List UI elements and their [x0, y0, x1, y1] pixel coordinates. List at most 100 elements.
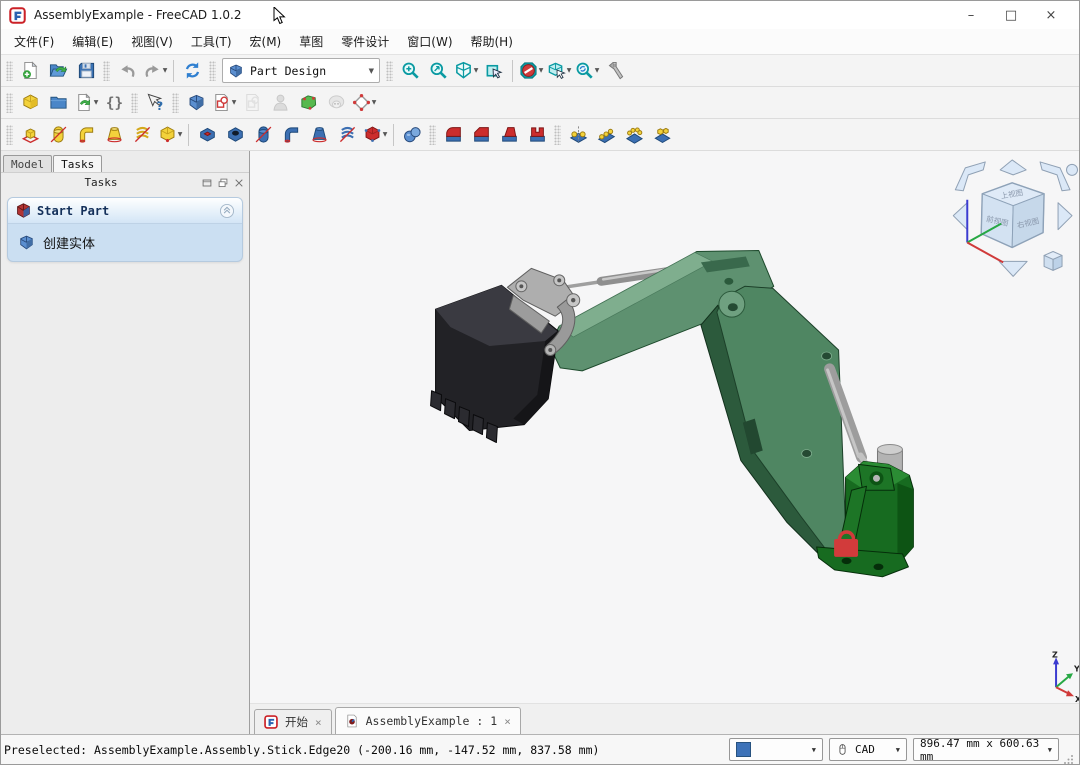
subtractive-box-button[interactable]: ▼	[362, 122, 388, 148]
person-button[interactable]	[267, 90, 293, 116]
additive-pipe-button[interactable]	[73, 122, 99, 148]
toolbar-separator	[393, 124, 394, 146]
new-file-button[interactable]	[17, 58, 43, 84]
refresh-button[interactable]	[179, 58, 205, 84]
menu-item-help[interactable]: 帮助(H)	[462, 31, 522, 52]
polar-pattern-button[interactable]	[621, 122, 647, 148]
3d-viewport[interactable]: 上视图 前视图 右视图	[250, 151, 1079, 734]
zoom-sync-button[interactable]: ▼	[574, 58, 600, 84]
toolbar-separator	[173, 60, 174, 82]
view-cube-button[interactable]: ▼	[453, 58, 479, 84]
cube-cursor-button[interactable]: ▼	[546, 58, 572, 84]
subtractive-pipe-button[interactable]	[278, 122, 304, 148]
minimize-button[interactable]: –	[951, 8, 991, 23]
save-button[interactable]	[73, 58, 99, 84]
new-sketch-button[interactable]: ▼	[211, 90, 237, 116]
hole-button[interactable]	[222, 122, 248, 148]
sketch-elements-button[interactable]: ▼	[351, 90, 377, 116]
additive-loft-button[interactable]	[101, 122, 127, 148]
open-file-button[interactable]	[45, 58, 71, 84]
pad-button[interactable]	[17, 122, 43, 148]
expression-button[interactable]: {}	[101, 90, 127, 116]
measure-button[interactable]	[602, 58, 628, 84]
subtractive-helix-button[interactable]	[334, 122, 360, 148]
menu-item-sketch[interactable]: 草图	[290, 31, 332, 52]
draw-style-selector[interactable]: ▼	[729, 738, 823, 761]
navcube-mini-cube-icon[interactable]	[1044, 251, 1062, 270]
clip-plane-button[interactable]: ▼	[518, 58, 544, 84]
task-section-header[interactable]: Start Part	[8, 198, 242, 224]
resize-grip[interactable]	[1059, 733, 1076, 766]
undo-button[interactable]	[114, 58, 140, 84]
make-link-button[interactable]: ▼	[73, 90, 99, 116]
mirrored-button[interactable]	[565, 122, 591, 148]
chevron-down-icon[interactable]: ▼	[595, 67, 600, 74]
subtractive-pipe-icon	[282, 125, 301, 144]
pocket-button[interactable]	[194, 122, 220, 148]
linear-pattern-button[interactable]	[593, 122, 619, 148]
close-button[interactable]: ×	[1031, 8, 1071, 23]
close-icon[interactable]: ×	[504, 715, 511, 728]
multi-transform-button[interactable]	[649, 122, 675, 148]
group-button[interactable]	[45, 90, 71, 116]
whats-this-button[interactable]: ?	[142, 90, 168, 116]
carbon-copy-button[interactable]	[323, 90, 349, 116]
subtractive-loft-button[interactable]	[306, 122, 332, 148]
chamfer-button[interactable]	[468, 122, 494, 148]
fillet-button[interactable]	[440, 122, 466, 148]
panel-tab-model[interactable]: Model	[3, 155, 52, 172]
chevron-down-icon[interactable]: ▼	[94, 99, 99, 106]
map-sketch-button[interactable]	[295, 90, 321, 116]
workbench-selector[interactable]: Part Design▼	[222, 58, 380, 83]
view-dimension-value: 896.47 mm x 600.63 mm	[920, 737, 1042, 763]
menubar: 文件(F)编辑(E)视图(V)工具(T)宏(M)草图零件设计窗口(W)帮助(H)	[1, 29, 1079, 55]
chevron-down-icon[interactable]: ▼	[567, 67, 572, 74]
chevron-down-icon[interactable]: ▼	[163, 67, 168, 74]
create-body-item[interactable]: 创建实体	[18, 233, 232, 252]
menu-item-macro[interactable]: 宏(M)	[241, 31, 291, 52]
chevron-down-icon[interactable]: ▼	[178, 131, 183, 138]
close-icon[interactable]: ×	[315, 716, 322, 729]
mdi-tab-start[interactable]: 开始×	[254, 709, 332, 734]
fillet-ball-button[interactable]	[399, 122, 425, 148]
bucket[interactable]	[431, 285, 559, 442]
menu-item-edit[interactable]: 编辑(E)	[63, 31, 122, 52]
panel-tab-tasks[interactable]: Tasks	[53, 155, 102, 172]
menu-item-windows[interactable]: 窗口(W)	[398, 31, 461, 52]
menu-item-view[interactable]: 视图(V)	[122, 31, 182, 52]
chevron-down-icon[interactable]: ▼	[232, 99, 237, 106]
toolbar-separator	[188, 124, 189, 146]
chevron-down-icon[interactable]: ▼	[372, 99, 377, 106]
panel-close-icon[interactable]	[233, 177, 245, 189]
draft-button[interactable]	[496, 122, 522, 148]
navigation-style-selector[interactable]: CAD ▼	[829, 738, 907, 761]
additive-helix-button[interactable]	[129, 122, 155, 148]
menu-item-file[interactable]: 文件(F)	[5, 31, 63, 52]
chevron-down-icon[interactable]: ▼	[539, 67, 544, 74]
maximize-button[interactable]: □	[991, 8, 1031, 23]
menu-item-part-design[interactable]: 零件设计	[332, 31, 398, 52]
chevron-down-icon[interactable]: ▼	[474, 67, 479, 74]
redo-button[interactable]: ▼	[142, 58, 168, 84]
chevron-down-icon[interactable]: ▼	[383, 131, 388, 138]
thickness-button[interactable]	[524, 122, 550, 148]
view-dimension-selector[interactable]: 896.47 mm x 600.63 mm ▼	[913, 738, 1059, 761]
navigation-cube[interactable]: 上视图 前视图 右视图	[953, 160, 1077, 276]
edit-sketch-button[interactable]	[239, 90, 265, 116]
panel-dock-icon[interactable]	[201, 177, 213, 189]
chevron-down-icon: ▼	[812, 746, 816, 754]
additive-box-button[interactable]: ▼	[157, 122, 183, 148]
collapse-section-icon[interactable]	[219, 203, 235, 219]
zoom-fit-button[interactable]	[425, 58, 451, 84]
menu-item-tools[interactable]: 工具(T)	[182, 31, 241, 52]
body-button[interactable]	[183, 90, 209, 116]
revolution-button[interactable]	[45, 122, 71, 148]
groove-button[interactable]	[250, 122, 276, 148]
zoom-in-button[interactable]	[397, 58, 423, 84]
toolbar-separator	[512, 60, 513, 82]
panel-float-icon[interactable]	[217, 177, 229, 189]
select-box-button[interactable]	[481, 58, 507, 84]
std-part-button[interactable]	[17, 90, 43, 116]
mdi-tab-document[interactable]: AssemblyExample : 1×	[335, 707, 521, 734]
excavator-assembly[interactable]	[431, 250, 914, 576]
